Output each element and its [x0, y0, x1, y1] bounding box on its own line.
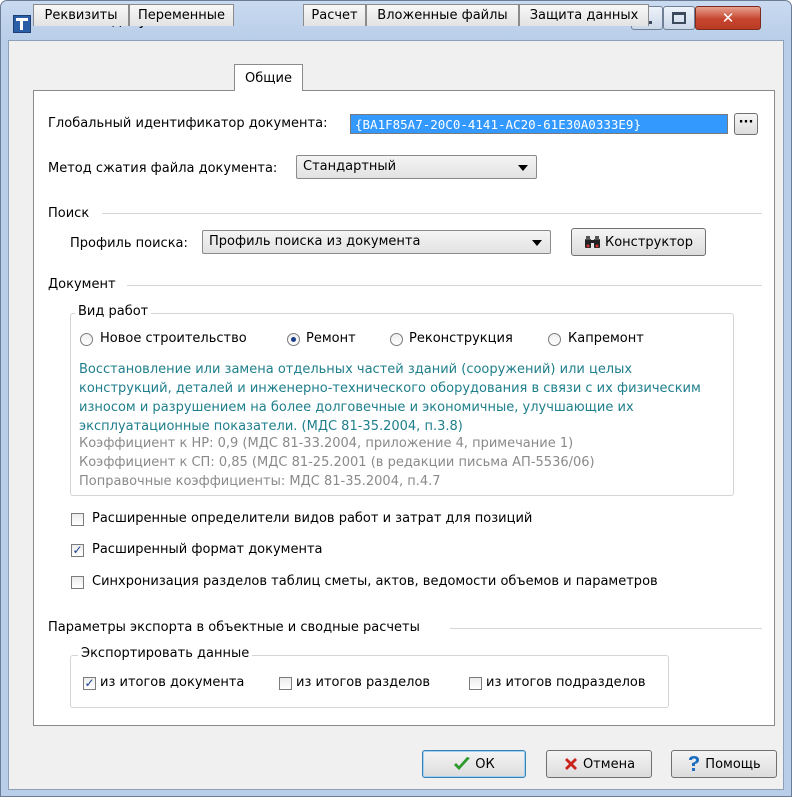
- checkmark-icon: [454, 757, 471, 770]
- search-profile-select[interactable]: Профиль поиска из документа: [202, 230, 551, 254]
- guid-browse-button[interactable]: ···: [734, 113, 758, 135]
- tab-attached-files[interactable]: Вложенные файлы: [366, 4, 519, 26]
- checkbox-label: Синхронизация разделов таблиц сметы, акт…: [92, 574, 658, 589]
- checkbox-label: из итогов разделов: [296, 675, 431, 690]
- checkbox-label: из итогов подразделов: [486, 675, 646, 690]
- close-icon: ✕: [721, 9, 735, 27]
- correction-coefficients: Поправочные коэффициенты: МДС 81-35.2004…: [79, 474, 441, 489]
- guid-field[interactable]: {BA1F85A7-20C0-4141-AC20-61E30A0333E9}: [350, 114, 728, 134]
- radio-label: Капремонт: [568, 331, 644, 346]
- radio-repair[interactable]: [287, 333, 300, 346]
- maximize-icon: [672, 12, 686, 24]
- cancel-x-icon: [564, 758, 577, 770]
- checkbox-export-section-totals[interactable]: [279, 677, 292, 690]
- profit-coefficient: Коэффициент к СП: 0,85 (МДС 81-25.2001 (…: [79, 455, 595, 470]
- compression-label: Метод сжатия файла документа:: [48, 161, 278, 176]
- checkbox-extended-determiners[interactable]: [71, 513, 84, 526]
- document-group-separator: [127, 285, 762, 287]
- help-label: Помощь: [705, 756, 761, 772]
- binoculars-icon: [585, 236, 600, 248]
- tab-label: Реквизиты: [44, 8, 118, 23]
- checkbox-sync-sections[interactable]: [71, 576, 84, 589]
- radio-label: Реконструкция: [409, 331, 513, 346]
- checkbox-export-subsection-totals[interactable]: [469, 677, 482, 690]
- search-group-title: Поиск: [48, 206, 90, 221]
- tab-data-protection[interactable]: Защита данных: [519, 4, 649, 26]
- tab-calculation[interactable]: Расчет: [303, 4, 366, 26]
- app-logo-icon: [13, 15, 31, 33]
- export-group-title: Параметры экспорта в объектные и сводные…: [48, 620, 420, 635]
- compression-value: Стандартный: [303, 159, 397, 174]
- radio-label: Ремонт: [306, 331, 356, 346]
- ok-label: ОК: [475, 756, 495, 772]
- dropdown-arrow-icon: [518, 165, 528, 171]
- checkbox-extended-format[interactable]: ✓: [71, 544, 84, 557]
- search-group-separator: [102, 213, 762, 215]
- document-group-title: Документ: [48, 277, 116, 292]
- compression-select[interactable]: Стандартный: [296, 155, 537, 179]
- tab-general[interactable]: Общие: [234, 64, 303, 91]
- maximize-button[interactable]: [663, 6, 695, 30]
- close-button[interactable]: ✕: [695, 6, 761, 30]
- search-profile-value: Профиль поиска из документа: [209, 234, 421, 249]
- tab-label: Переменные: [137, 8, 226, 23]
- checkbox-export-document-totals[interactable]: ✓: [83, 677, 96, 690]
- help-question-icon: [689, 756, 700, 771]
- export-group-separator: [450, 628, 762, 630]
- constructor-label: Конструктор: [605, 234, 693, 250]
- checkbox-label: Расширенный формат документа: [92, 542, 323, 557]
- guid-label: Глобальный идентификатор документа:: [48, 116, 328, 131]
- export-data-title: Экспортировать данные: [78, 646, 253, 661]
- overhead-coefficient: Коэффициент к НР: 0,9 (МДС 81-33.2004, п…: [79, 436, 574, 451]
- work-type-title: Вид работ: [75, 304, 152, 319]
- cancel-button[interactable]: Отмена: [546, 750, 652, 778]
- checkbox-label: из итогов документа: [100, 675, 245, 690]
- tab-label: Защита данных: [529, 8, 639, 23]
- work-type-description: Восстановление или замена отдельных част…: [79, 362, 701, 434]
- tab-label: Общие: [245, 70, 292, 86]
- cancel-label: Отмена: [582, 756, 636, 772]
- radio-reconstruction[interactable]: [390, 333, 403, 346]
- tab-variables[interactable]: Переменные: [129, 4, 234, 26]
- help-button[interactable]: Помощь: [671, 750, 777, 778]
- constructor-button[interactable]: Конструктор: [571, 228, 706, 256]
- tab-label: Вложенные файлы: [377, 8, 508, 23]
- checkbox-label: Расширенные определители видов работ и з…: [92, 511, 533, 526]
- ok-button[interactable]: ОК: [422, 750, 526, 778]
- dropdown-arrow-icon: [532, 240, 542, 246]
- tab-label: Расчет: [311, 8, 358, 23]
- tab-requisites[interactable]: Реквизиты: [33, 4, 129, 26]
- radio-new-construction[interactable]: [80, 333, 93, 346]
- search-profile-label: Профиль поиска:: [70, 236, 188, 251]
- radio-label: Новое строительство: [100, 331, 247, 346]
- radio-capital-repair[interactable]: [548, 333, 561, 346]
